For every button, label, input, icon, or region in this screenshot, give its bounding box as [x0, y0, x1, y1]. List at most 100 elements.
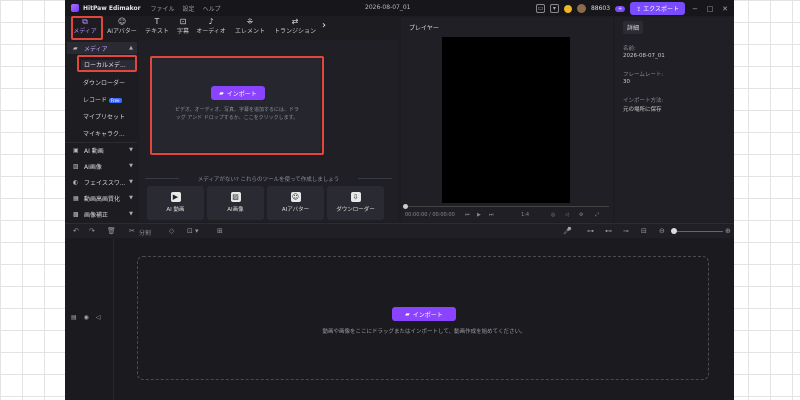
- tab-element[interactable]: ⁜ エレメント: [233, 18, 267, 38]
- undo-icon[interactable]: ↶: [73, 227, 79, 235]
- marker-icon[interactable]: ◇: [169, 227, 174, 235]
- sidebar-item-my-presets[interactable]: マイプリセット: [83, 112, 137, 121]
- sidebar-item-my-characters[interactable]: マイキャラク...: [83, 129, 137, 138]
- message-icon[interactable]: ▭: [535, 4, 545, 13]
- subscription-icon[interactable]: +: [615, 5, 626, 12]
- link-icon[interactable]: ⊶: [587, 227, 594, 235]
- sidebar-item-downloader[interactable]: ダウンローダー: [83, 78, 137, 87]
- playback-time: 00:00:00 / 00:00:00: [405, 212, 455, 218]
- mute-icon[interactable]: ◁: [96, 314, 101, 321]
- next-frame-icon[interactable]: ⏭: [489, 212, 494, 218]
- menu-settings[interactable]: 設定: [183, 4, 195, 13]
- tab-transition[interactable]: ⇄ トランジション: [272, 18, 318, 38]
- chain-icon[interactable]: ⊸: [623, 227, 629, 235]
- minimize-icon[interactable]: −: [690, 5, 700, 13]
- progress-handle[interactable]: [403, 204, 408, 209]
- prev-frame-icon[interactable]: ⏮: [465, 212, 470, 218]
- microphone-icon[interactable]: 🎤: [563, 227, 572, 235]
- visibility-icon[interactable]: ◉: [84, 314, 89, 321]
- zoom-slider-handle[interactable]: [671, 228, 677, 234]
- fullscreen-icon[interactable]: ⤢: [595, 212, 599, 218]
- menu-help[interactable]: ヘルプ: [203, 4, 221, 13]
- text-icon: T: [154, 17, 160, 26]
- split-label[interactable]: 分割: [139, 228, 151, 237]
- volume-icon[interactable]: ◁: [565, 212, 569, 218]
- app-logo-icon: [71, 4, 79, 12]
- tab-media[interactable]: ⧉ メディア: [70, 18, 100, 38]
- document-title: 2026-08-07_01: [365, 4, 411, 11]
- play-icon[interactable]: ▶: [477, 212, 481, 218]
- split-icon[interactable]: ✂: [129, 227, 135, 235]
- lock-icon[interactable]: ▤: [71, 314, 77, 321]
- snapshot-icon[interactable]: ◎: [551, 212, 555, 218]
- chevron-down-icon: ▼: [129, 179, 133, 185]
- tab-details[interactable]: 詳細: [623, 21, 644, 34]
- tab-text[interactable]: T テキスト: [143, 18, 171, 38]
- sidebar-item-video-enhance[interactable]: ▦ 動画高画質化 ▼: [67, 192, 137, 204]
- chevron-down-icon: ▼: [129, 195, 133, 201]
- fit-icon[interactable]: ⊟: [641, 227, 647, 235]
- timeline-import-button[interactable]: ▰ インポート: [392, 307, 456, 321]
- screenshot-icon[interactable]: ⊞: [217, 227, 223, 235]
- sidebar-item-face-swap[interactable]: ◐ フェイススワ... ▼: [67, 176, 137, 188]
- sidebar-item-image-correction[interactable]: ▩ 画像補正 ▼: [67, 208, 137, 220]
- progress-bar[interactable]: [405, 206, 609, 207]
- import-button[interactable]: ▰ インポート: [211, 86, 265, 100]
- folder-plus-icon: ▰: [405, 310, 410, 318]
- quick-tool-downloader[interactable]: ⇩ ダウンローダー: [327, 186, 384, 220]
- export-button[interactable]: ⇪ エクスポート: [630, 2, 685, 15]
- sidebar-item-record[interactable]: レコード Free: [83, 95, 137, 104]
- settings-icon[interactable]: ⚙: [579, 212, 583, 218]
- tab-audio[interactable]: ♪ オーディオ: [195, 18, 227, 38]
- import-button-label: インポート: [226, 90, 257, 98]
- player-panel: プレイヤー 00:00:00 / 00:00:00 ⏮ ▶ ⏭ 1:4 ◎ ◁ …: [401, 17, 613, 222]
- timeline-import-label: インポート: [412, 311, 443, 319]
- sidebar-item-local-media[interactable]: ローカルメデ...: [81, 60, 135, 71]
- tab-ai-avatar-label: AIアバター: [107, 28, 137, 35]
- import-method-label: インポート方法:: [623, 98, 664, 104]
- image-correction-label: 画像補正: [84, 211, 109, 219]
- video-preview[interactable]: [442, 37, 570, 222]
- download-icon: ⇩: [350, 192, 361, 202]
- close-icon[interactable]: ✕: [720, 5, 730, 13]
- crop-icon[interactable]: ⊡: [187, 227, 193, 235]
- tab-ai-avatar[interactable]: ☺ AIアバター: [105, 18, 139, 38]
- import-method-value: 元の場所に保存: [623, 107, 662, 113]
- redo-icon[interactable]: ↷: [89, 227, 95, 235]
- timeline-drop-zone[interactable]: ▰ インポート 動画や画像をここにドラッグまたはインポートして、動画作成を始めて…: [137, 256, 709, 380]
- delete-icon[interactable]: 🗑: [107, 227, 116, 235]
- zoom-slider[interactable]: [675, 231, 723, 232]
- tool-tabs: ⧉ メディア ☺ AIアバター T テキスト ⊡ 字幕 ♪ オーディオ ⁜ エレ…: [65, 16, 335, 38]
- maximize-icon[interactable]: □: [705, 5, 715, 13]
- import-hint: ビデオ、オーディオ、写真、字幕を追加するには、ドラッグ アンド ドロップするか、…: [174, 107, 300, 121]
- zoom-in-icon[interactable]: ⊕: [725, 227, 731, 235]
- sidebar: ▰ メディア ▲ ローカルメデ... ダウンローダー レコード Free マイプリ…: [65, 40, 137, 222]
- tab-audio-label: オーディオ: [196, 28, 226, 35]
- quick-tool-ai-video-label: AI 動画: [166, 207, 185, 213]
- chevron-down-icon: ▼: [129, 211, 133, 217]
- transition-icon: ⇄: [291, 17, 299, 26]
- menu-file[interactable]: ファイル: [151, 4, 175, 13]
- sidebar-item-media[interactable]: ▰ メディア ▲: [67, 42, 137, 54]
- video-enhance-icon: ▦: [73, 194, 79, 202]
- sidebar-item-ai-video[interactable]: ▣ AI 動画 ▼: [67, 144, 137, 156]
- folder-icon: ▰: [73, 44, 78, 52]
- element-icon: ⁜: [246, 17, 254, 26]
- import-drop-zone[interactable]: ▰ インポート ビデオ、オーディオ、写真、字幕を追加するには、ドラッグ アンド …: [151, 56, 321, 152]
- sidebar-item-ai-image[interactable]: ▨ AI画像 ▼: [67, 160, 137, 172]
- quick-tool-ai-image[interactable]: ▨ AI画像: [207, 186, 264, 220]
- credits-count: 88603: [590, 5, 611, 12]
- tab-subtitle[interactable]: ⊡ 字幕: [175, 18, 191, 38]
- zoom-out-icon[interactable]: ⊖: [659, 227, 665, 235]
- tab-element-label: エレメント: [234, 28, 265, 35]
- quick-tool-ai-video[interactable]: ▶ AI 動画: [147, 186, 204, 220]
- avatar[interactable]: [576, 4, 586, 13]
- timeline-hint: 動画や画像をここにドラッグまたはインポートして、動画作成を始めてください。: [322, 329, 526, 335]
- aspect-ratio[interactable]: 1:4: [521, 212, 529, 218]
- dropdown-icon[interactable]: ▾: [195, 227, 199, 235]
- tabs-next-icon[interactable]: ›: [322, 20, 326, 31]
- magnet-icon[interactable]: ⊷: [605, 227, 612, 235]
- quick-tool-ai-avatar[interactable]: ☺ AIアバター: [267, 186, 324, 220]
- media-icon: ⧉: [82, 17, 88, 26]
- cart-icon[interactable]: ▾: [549, 4, 559, 13]
